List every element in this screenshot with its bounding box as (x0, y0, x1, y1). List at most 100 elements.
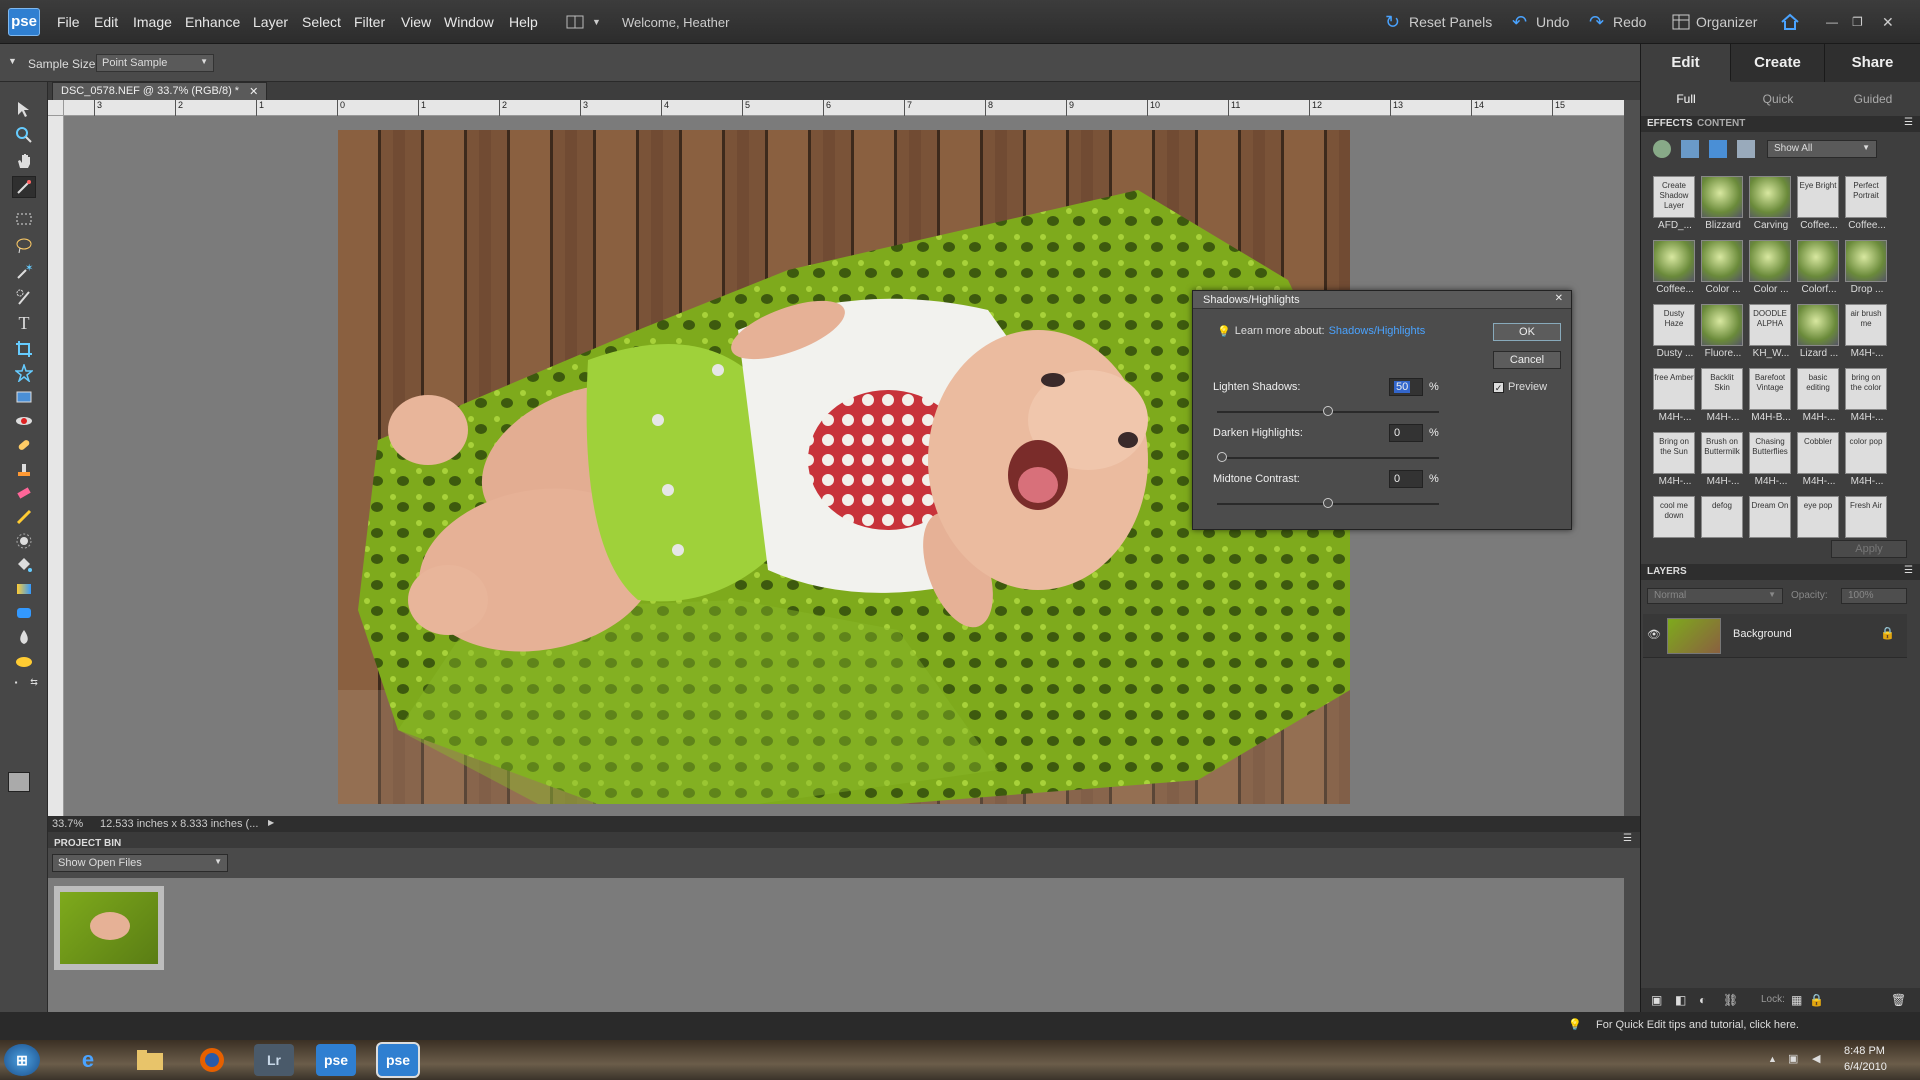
type-tool-icon[interactable]: T (12, 312, 36, 334)
tab-share[interactable]: Share (1825, 44, 1920, 82)
organizer-button[interactable]: Organizer (1672, 12, 1757, 32)
effect-thumbnail[interactable]: Coffee... (1653, 240, 1697, 302)
move-tool-icon[interactable] (12, 98, 36, 120)
pse-organizer-taskbar-icon[interactable]: pse (316, 1044, 356, 1076)
paint-bucket-tool-icon[interactable] (12, 554, 36, 576)
effect-thumbnail[interactable]: free Amber M4H-... (1653, 368, 1697, 430)
undo-button[interactable]: ↶ Undo (1512, 12, 1569, 32)
healing-brush-tool-icon[interactable] (12, 434, 36, 456)
hand-tool-icon[interactable] (12, 150, 36, 172)
effect-thumbnail[interactable]: Fluore... (1701, 304, 1745, 366)
subtab-quick[interactable]: Quick (1731, 86, 1825, 112)
foreground-color-swatch[interactable] (8, 772, 30, 792)
maximize-button[interactable]: ❐ (1852, 12, 1863, 32)
show-open-files-select[interactable]: Show Open Files ▼ (52, 854, 228, 872)
cookie-cutter-tool-icon[interactable] (12, 362, 36, 384)
close-button[interactable]: ✕ (1882, 12, 1894, 32)
lighten-shadows-input[interactable]: 50 (1389, 378, 1423, 396)
effect-thumbnail[interactable]: Backlit Skin M4H-... (1701, 368, 1745, 430)
eye-icon[interactable]: 👁 (1647, 628, 1661, 641)
menu-layer[interactable]: Layer (253, 14, 288, 32)
arrange-button[interactable]: ▼ (566, 12, 601, 32)
layer-row-background[interactable]: 👁 Background 🔒 (1643, 614, 1907, 658)
menu-help[interactable]: Help (509, 14, 538, 32)
effect-thumbnail[interactable]: defog (1701, 496, 1745, 558)
menu-select[interactable]: Select (302, 14, 341, 32)
panel-menu-icon[interactable]: ☰ (1623, 833, 1632, 844)
effects-tab[interactable]: EFFECTS (1647, 118, 1693, 129)
effect-thumbnail[interactable]: bring on the color M4H-... (1845, 368, 1889, 430)
recompose-tool-icon[interactable] (12, 386, 36, 408)
start-button[interactable]: ⊞ (4, 1044, 40, 1076)
menu-file[interactable]: File (57, 14, 80, 32)
menu-enhance[interactable]: Enhance (185, 14, 240, 32)
all-effects-icon[interactable] (1737, 140, 1755, 158)
sponge-tool-icon[interactable] (12, 650, 36, 672)
dialog-titlebar[interactable]: Shadows/Highlights ✕ (1193, 291, 1571, 309)
effect-thumbnail[interactable]: Lizard ... (1797, 304, 1841, 366)
menu-window[interactable]: Window (444, 14, 494, 32)
blur-tool-icon[interactable] (12, 626, 36, 648)
effect-thumbnail[interactable]: basic editing M4H-... (1797, 368, 1841, 430)
crop-tool-icon[interactable] (12, 338, 36, 360)
effect-thumbnail[interactable]: Cobbler M4H-... (1797, 432, 1841, 494)
document-tab[interactable]: DSC_0578.NEF @ 33.7% (RGB/8) * ✕ (52, 82, 268, 100)
lighten-shadows-knob[interactable] (1323, 406, 1333, 416)
redo-button[interactable]: ↷ Redo (1589, 12, 1646, 32)
menu-view[interactable]: View (401, 14, 431, 32)
tool-options-arrow-icon[interactable]: ▼ (8, 56, 17, 66)
effect-thumbnail[interactable]: Bring on the Sun M4H-... (1653, 432, 1697, 494)
zoom-level[interactable]: 33.7% (52, 818, 83, 830)
effect-thumbnail[interactable]: Perfect Portrait Coffee... (1845, 176, 1889, 238)
filters-icon[interactable] (1653, 140, 1671, 158)
trash-icon[interactable]: 🗑 (1891, 993, 1906, 1007)
photo-effects-icon[interactable] (1709, 140, 1727, 158)
status-arrow-icon[interactable]: ▶ (268, 818, 274, 827)
new-adjustment-layer-icon[interactable]: ◧ (1675, 993, 1686, 1007)
close-tab-icon[interactable]: ✕ (249, 85, 258, 98)
zoom-tool-icon[interactable] (12, 124, 36, 146)
opacity-input[interactable]: 100% (1841, 588, 1907, 604)
midtone-contrast-slider[interactable] (1217, 498, 1439, 508)
clone-stamp-tool-icon[interactable] (12, 458, 36, 480)
effect-thumbnail[interactable]: air brush me M4H-... (1845, 304, 1889, 366)
tray-expand-icon[interactable]: ▲ (1768, 1054, 1777, 1064)
link-icon[interactable]: ⛓ (1723, 993, 1738, 1007)
network-icon[interactable]: ▣ (1788, 1052, 1798, 1065)
midtone-contrast-knob[interactable] (1323, 498, 1333, 508)
project-bin-thumbnail[interactable] (54, 886, 164, 970)
quick-edit-tip-link[interactable]: For Quick Edit tips and tutorial, click … (1596, 1019, 1799, 1031)
explorer-folder-icon[interactable] (130, 1044, 170, 1076)
subtab-guided[interactable]: Guided (1825, 86, 1920, 112)
effect-thumbnail[interactable]: Colorf... (1797, 240, 1841, 302)
sample-size-select[interactable]: Point Sample ▼ (96, 54, 214, 72)
dialog-close-icon[interactable]: ✕ (1555, 293, 1563, 304)
effect-thumbnail[interactable]: Dusty Haze Dusty ... (1653, 304, 1697, 366)
lasso-tool-icon[interactable] (12, 234, 36, 256)
gradient-tool-icon[interactable] (12, 578, 36, 600)
menu-edit[interactable]: Edit (94, 14, 118, 32)
menu-image[interactable]: Image (133, 14, 172, 32)
internet-explorer-icon[interactable]: e (68, 1044, 108, 1076)
effect-thumbnail[interactable]: Color ... (1701, 240, 1745, 302)
shape-tool-icon[interactable] (12, 602, 36, 624)
preview-checkbox-row[interactable]: ✓ Preview (1493, 381, 1547, 393)
layer-styles-icon[interactable] (1681, 140, 1699, 158)
panel-menu-icon[interactable]: ☰ (1904, 117, 1913, 128)
home-button[interactable] (1780, 12, 1800, 32)
preview-checkbox[interactable]: ✓ (1493, 381, 1504, 393)
canvas-vertical-scrollbar[interactable] (1624, 100, 1640, 816)
blend-mode-select[interactable]: Normal ▼ (1647, 588, 1783, 604)
tab-create[interactable]: Create (1731, 44, 1825, 82)
quick-selection-tool-icon[interactable] (12, 286, 36, 308)
effect-thumbnail[interactable]: cool me down (1653, 496, 1697, 558)
panel-menu-icon[interactable]: ☰ (1904, 565, 1913, 576)
clock-date[interactable]: 6/4/2010 (1844, 1061, 1887, 1073)
apply-button[interactable]: Apply (1831, 540, 1907, 558)
menu-filter[interactable]: Filter (354, 14, 385, 32)
minimize-button[interactable]: — (1826, 12, 1838, 32)
midtone-contrast-input[interactable]: 0 (1389, 470, 1423, 488)
smart-brush-tool-icon[interactable] (12, 530, 36, 552)
effect-thumbnail[interactable]: Eye Bright Coffee... (1797, 176, 1841, 238)
effect-thumbnail[interactable]: Dream On (1749, 496, 1793, 558)
